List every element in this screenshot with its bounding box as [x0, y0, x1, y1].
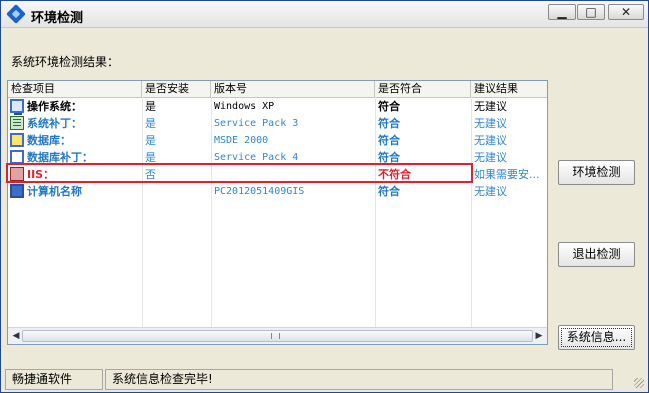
scroll-left-arrow-icon[interactable]: ◀	[10, 330, 22, 342]
maximize-button[interactable]: □	[577, 4, 605, 20]
item-label: 系统补丁：	[27, 117, 82, 130]
list-header: 检查项目 是否安装 版本号 是否符合 建议结果	[8, 81, 547, 98]
installed-cell: 是	[145, 117, 156, 130]
computer-icon	[10, 99, 24, 115]
title-bar[interactable]: 环境检测 ▁ □ ✕	[1, 1, 648, 28]
horizontal-scrollbar[interactable]: ◀ ▶	[8, 327, 547, 344]
version-cell: MSDE 2000	[214, 135, 269, 146]
scroll-right-arrow-icon[interactable]: ▶	[533, 330, 545, 342]
column-header-match[interactable]: 是否符合	[375, 81, 471, 97]
table-row[interactable]: 系统补丁： 是 Service Pack 3 符合 无建议	[8, 115, 547, 132]
table-row[interactable]: 操作系统： 是 Windows XP 符合 无建议	[8, 98, 547, 115]
installed-cell: 是	[145, 134, 156, 147]
advice-cell: 无建议	[474, 117, 507, 130]
window-title: 环境检测	[31, 11, 84, 26]
version-cell: Windows XP	[214, 101, 275, 112]
version-cell: Service Pack 3	[214, 118, 299, 129]
status-company: 畅捷通软件	[5, 369, 103, 390]
computer-name-icon	[10, 184, 24, 198]
item-cell: 操作系统：	[8, 98, 142, 115]
column-header-item[interactable]: 检查项目	[8, 81, 142, 97]
advice-cell: 无建议	[474, 185, 507, 198]
match-cell: 符合	[378, 117, 400, 130]
patch-icon	[10, 116, 24, 130]
exit-check-button[interactable]: 退出检测	[558, 242, 635, 267]
environment-check-button[interactable]: 环境检测	[558, 160, 635, 185]
close-button[interactable]: ✕	[608, 4, 644, 20]
table-row[interactable]: 计算机名称 PC2012051409GIS 符合 无建议	[8, 183, 547, 200]
advice-cell: 如果需要安...	[474, 168, 540, 181]
environment-check-window: 环境检测 ▁ □ ✕ 系统环境检测结果： 检查项目 是否安装 版本号 是否符合 …	[0, 0, 649, 393]
item-label: 操作系统：	[27, 100, 82, 113]
item-cell: 计算机名称	[8, 183, 142, 200]
item-cell: 数据库：	[8, 132, 142, 149]
app-icon	[6, 4, 26, 24]
version-cell: PC2012051409GIS	[214, 186, 305, 197]
advice-cell: 无建议	[474, 100, 507, 113]
advice-cell: 无建议	[474, 151, 507, 164]
match-cell: 符合	[378, 134, 400, 147]
scrollbar-thumb[interactable]	[22, 330, 533, 342]
match-cell: 符合	[378, 100, 400, 113]
database-icon	[10, 133, 24, 147]
item-cell: 系统补丁：	[8, 115, 142, 132]
item-label: 数据库：	[27, 134, 71, 147]
system-info-button[interactable]: 系统信息...	[558, 325, 635, 350]
column-header-installed[interactable]: 是否安装	[142, 81, 211, 97]
minimize-button[interactable]: ▁	[548, 4, 576, 20]
iis-row-highlight	[6, 163, 473, 183]
database-patch-icon	[10, 150, 24, 164]
item-label: 计算机名称	[27, 185, 82, 198]
results-list[interactable]: 检查项目 是否安装 版本号 是否符合 建议结果 操作系统： 是 Windows …	[7, 80, 548, 345]
status-bar: 畅捷通软件 系统信息检查完毕!	[1, 367, 648, 392]
resize-grip-icon[interactable]	[634, 378, 644, 388]
table-row[interactable]: 数据库： 是 MSDE 2000 符合 无建议	[8, 132, 547, 149]
column-header-advice[interactable]: 建议结果	[471, 81, 547, 97]
column-header-version[interactable]: 版本号	[211, 81, 375, 97]
installed-cell: 是	[145, 100, 156, 113]
scrollbar-grip-icon	[271, 333, 280, 339]
status-message: 系统信息检查完毕!	[105, 369, 613, 390]
advice-cell: 无建议	[474, 134, 507, 147]
results-label: 系统环境检测结果：	[11, 55, 120, 69]
match-cell: 符合	[378, 185, 400, 198]
installed-cell	[142, 183, 211, 200]
